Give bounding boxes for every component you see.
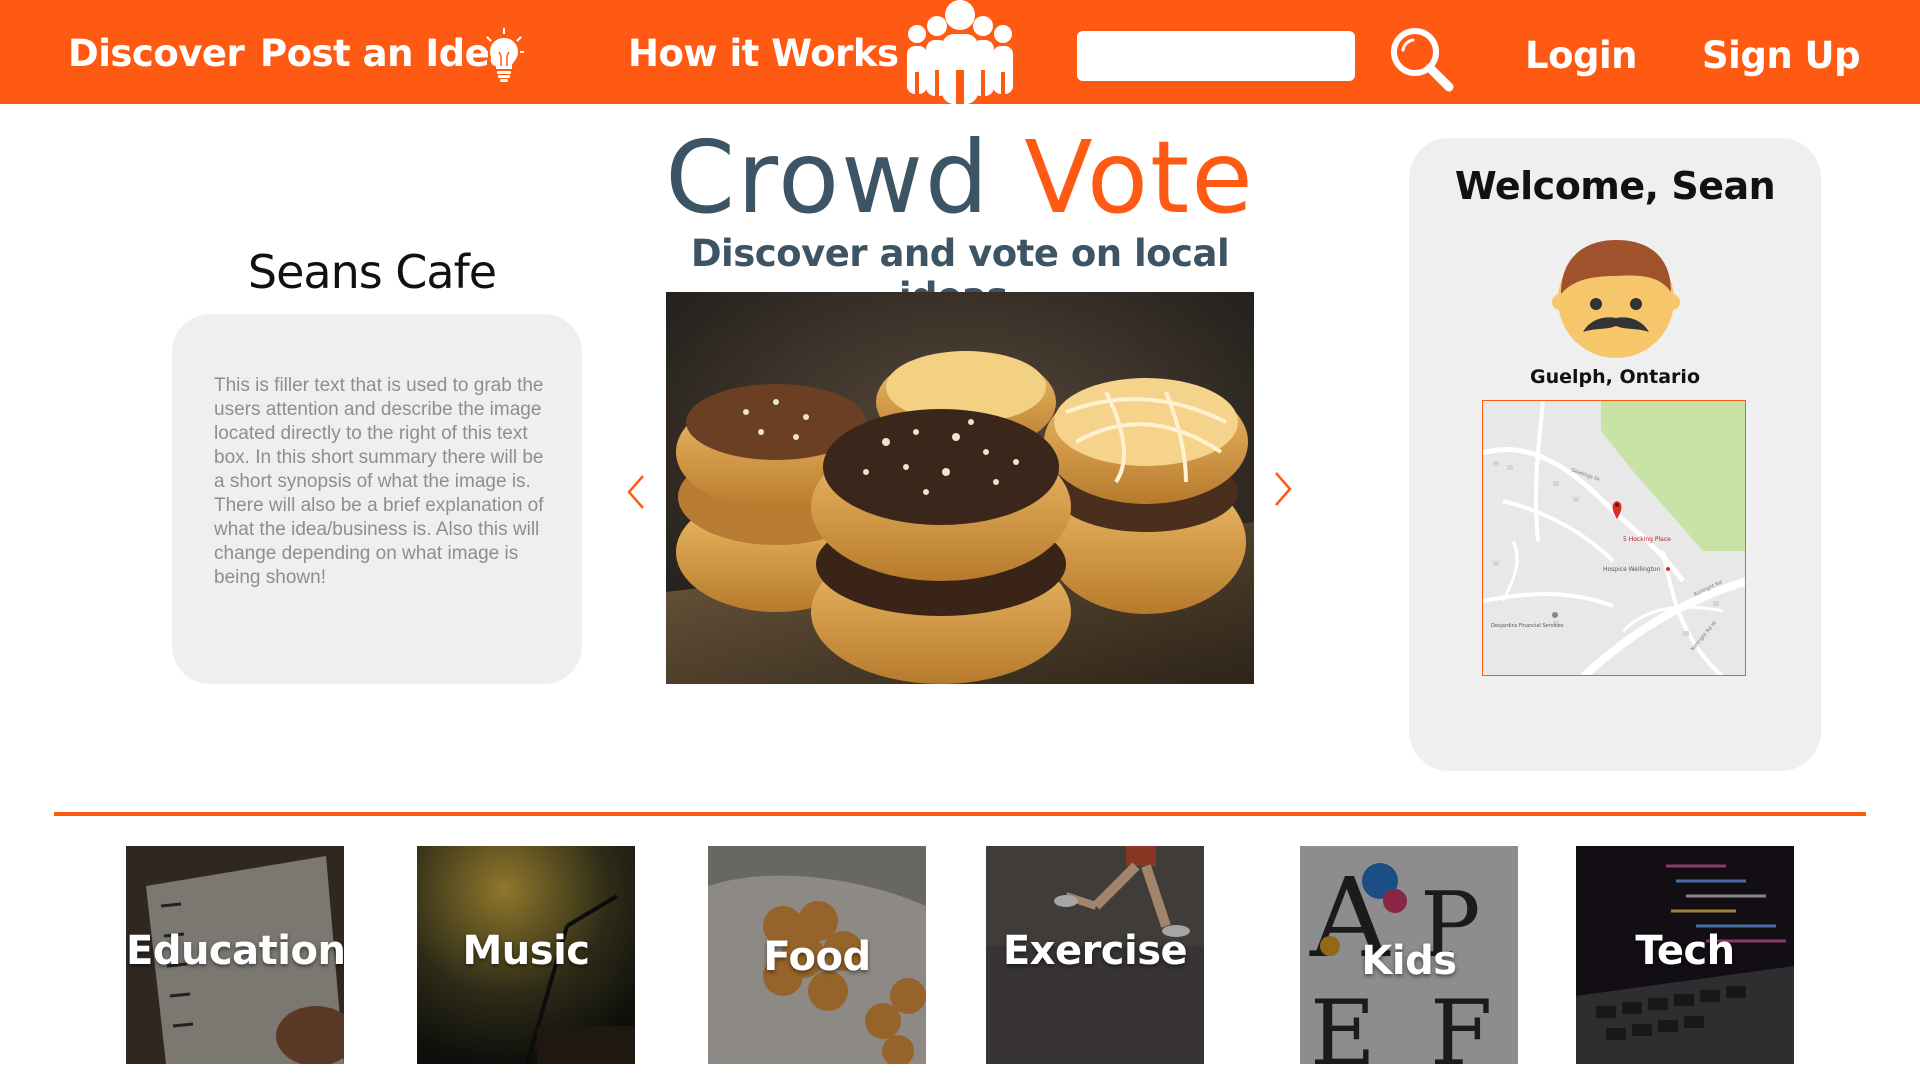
signup-link[interactable]: Sign Up	[1702, 30, 1861, 82]
welcome-heading: Welcome, Sean	[1454, 164, 1776, 208]
featured-idea-title: Seans Cafe	[247, 245, 497, 299]
category-food[interactable]: Food	[708, 846, 926, 1064]
category-music[interactable]: Music	[417, 846, 635, 1064]
brand-title-vote: Vote	[1024, 119, 1255, 236]
location-map[interactable]: 5 Hocking Place Hospice Wellington Gowli…	[1482, 400, 1746, 676]
featured-description: This is filler text that is used to grab…	[214, 375, 544, 588]
search-icon[interactable]	[1385, 24, 1457, 96]
category-tech[interactable]: Tech	[1576, 846, 1794, 1064]
section-divider	[54, 812, 1866, 816]
carousel-prev-arrow-icon[interactable]	[624, 472, 648, 512]
nav-discover[interactable]: Discover	[68, 28, 245, 80]
category-food-label: Food	[763, 934, 871, 980]
nav-how-it-works[interactable]: How it Works	[628, 28, 899, 80]
crowd-logo-icon[interactable]	[890, 0, 1030, 104]
brand-title: Crowd Vote	[660, 118, 1260, 238]
map-label-hospice: Hospice Wellington	[1603, 566, 1661, 573]
lightbulb-icon	[484, 28, 524, 82]
carousel-next-arrow-icon[interactable]	[1271, 469, 1295, 509]
category-tech-label: Tech	[1635, 928, 1735, 974]
user-location: Guelph, Ontario	[1530, 366, 1700, 388]
category-kids[interactable]: A P E F Kids	[1300, 846, 1518, 1064]
category-exercise-label: Exercise	[1002, 928, 1188, 974]
hero-carousel-image-donuts[interactable]	[666, 292, 1254, 684]
brand-title-crowd: Crowd	[665, 119, 991, 236]
category-education-label: Education	[126, 928, 344, 974]
login-link[interactable]: Login	[1525, 30, 1638, 82]
top-navigation-bar: Discover Post an Idea How it Works Login…	[0, 0, 1920, 104]
category-exercise[interactable]: Exercise	[986, 846, 1204, 1064]
category-kids-label: Kids	[1361, 938, 1457, 984]
map-label-pin: 5 Hocking Place	[1623, 536, 1671, 543]
nav-post-an-idea[interactable]: Post an Idea	[260, 28, 514, 80]
user-avatar[interactable]	[1551, 232, 1681, 362]
category-education[interactable]: Education	[126, 846, 344, 1064]
category-music-label: Music	[462, 928, 590, 974]
search-input[interactable]	[1077, 31, 1355, 81]
map-label-financial: Desjardins Financial Services	[1491, 623, 1564, 629]
